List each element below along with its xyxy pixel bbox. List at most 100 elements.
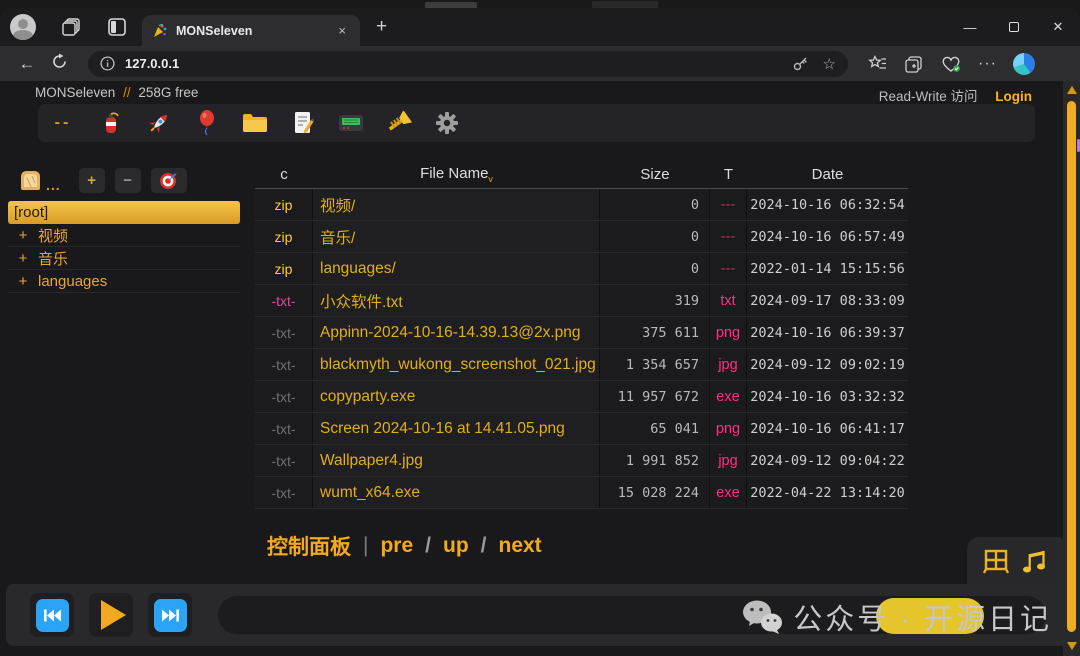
favorite-star-icon[interactable]: ☆ [823, 55, 836, 73]
col-header-c[interactable]: c [255, 166, 313, 183]
wechat-icon [741, 599, 783, 635]
file-date: 2024-10-16 06:41:17 [747, 413, 908, 444]
col-header-filename[interactable]: File Namev [313, 165, 600, 184]
col-header-date[interactable]: Date [747, 166, 908, 183]
row-action-link[interactable]: -txt- [271, 485, 295, 501]
file-date: 2022-04-22 13:14:20 [747, 477, 908, 508]
scroll-down-arrow[interactable] [1067, 642, 1077, 650]
previous-track-button[interactable] [30, 593, 74, 637]
row-action-link[interactable]: -txt- [271, 421, 295, 437]
scroll-up-arrow[interactable] [1067, 86, 1077, 94]
file-link[interactable]: wumt_x64.exe [320, 484, 420, 502]
refresh-button[interactable] [46, 53, 72, 75]
page-scrollbar[interactable] [1063, 81, 1080, 656]
control-panel-link[interactable]: 控制面板 [267, 531, 351, 561]
row-action-link[interactable]: zip [275, 197, 293, 213]
file-table-header: c File Namev Size T Date [255, 161, 908, 189]
tree-collapse-button[interactable]: − [115, 168, 141, 193]
root-directory-item[interactable]: [root] [8, 201, 240, 224]
profile-avatar[interactable] [10, 14, 36, 40]
rocket-icon[interactable] [146, 110, 172, 136]
file-type: --- [721, 229, 736, 245]
tab-groups-icon[interactable] [60, 16, 82, 38]
file-date: 2024-10-16 06:39:37 [747, 317, 908, 348]
copilot-icon[interactable] [1013, 53, 1035, 75]
close-button[interactable]: ✕ [1036, 19, 1080, 35]
browser-tab[interactable]: MONSeleven × [142, 15, 360, 46]
file-link[interactable]: 小众软件.txt [320, 290, 403, 312]
file-link[interactable]: Wallpaper4.jpg [320, 452, 423, 470]
browser-essentials-icon[interactable] [940, 54, 962, 74]
row-action-link[interactable]: -txt- [271, 453, 295, 469]
login-link[interactable]: Login [995, 89, 1032, 104]
trumpet-icon[interactable] [386, 110, 412, 136]
file-type: jpg [718, 453, 737, 469]
sidebar-tree-item[interactable]: + 视频 [8, 224, 240, 247]
play-icon [101, 600, 126, 630]
favorites-list-icon[interactable] [868, 54, 888, 74]
sidebar-tree-item[interactable]: + languages [8, 270, 240, 293]
col-header-type[interactable]: T [710, 166, 747, 183]
file-table-body: zip 视频/ 0 --- 2024-10-16 06:32:54 zip 音乐… [255, 189, 908, 509]
grid-view-icon[interactable] [982, 548, 1010, 576]
file-link[interactable]: copyparty.exe [320, 388, 415, 406]
file-type: --- [721, 197, 736, 213]
expand-icon[interactable]: + [16, 250, 30, 267]
tree-expand-button[interactable]: + [79, 168, 105, 193]
music-notes-icon[interactable] [1022, 548, 1048, 576]
row-action-link[interactable]: zip [275, 261, 293, 277]
expand-icon[interactable]: + [16, 273, 30, 290]
bread-icon[interactable] [18, 168, 43, 193]
password-key-icon[interactable] [792, 55, 809, 72]
minimize-button[interactable]: — [948, 20, 992, 35]
vertical-tabs-icon[interactable] [106, 16, 128, 38]
prev-folder-link[interactable]: pre [380, 534, 413, 558]
memo-icon[interactable] [290, 110, 316, 136]
dart-target-icon[interactable] [151, 168, 187, 193]
breadcrumb-site[interactable]: MONSeleven [35, 85, 115, 100]
file-type: png [716, 421, 740, 437]
tree-dots-label[interactable]: ... [46, 177, 61, 193]
next-track-button[interactable] [148, 593, 192, 637]
back-button[interactable]: ← [14, 54, 40, 74]
pager-icon[interactable] [338, 110, 364, 136]
file-link[interactable]: blackmyth_wukong_screenshot_021.jpg [320, 356, 596, 374]
tab-close-icon[interactable]: × [334, 23, 350, 38]
file-link[interactable]: 视频/ [320, 194, 355, 216]
folder-icon[interactable] [242, 110, 268, 136]
collections-icon[interactable] [904, 54, 924, 74]
site-info-icon[interactable] [100, 56, 115, 71]
col-header-size[interactable]: Size [600, 166, 710, 183]
file-link[interactable]: Appinn-2024-10-16-14.39.13@2x.png [320, 324, 580, 342]
fire-extinguisher-icon[interactable] [98, 110, 124, 136]
file-link[interactable]: Screen 2024-10-16 at 14.41.05.png [320, 420, 565, 438]
balloon-icon[interactable] [194, 110, 220, 136]
file-type: jpg [718, 357, 737, 373]
table-row: -txt- Screen 2024-10-16 at 14.41.05.png … [255, 413, 908, 445]
up-folder-link[interactable]: up [443, 534, 469, 558]
new-tab-button[interactable]: + [376, 16, 387, 38]
table-row: -txt- Wallpaper4.jpg 1 991 852 jpg 2024-… [255, 445, 908, 477]
table-row: -txt- wumt_x64.exe 15 028 224 exe 2022-0… [255, 477, 908, 509]
browser-navbar: ← 127.0.0.1 ☆ [0, 46, 1080, 81]
play-button[interactable] [89, 593, 133, 637]
address-bar[interactable]: 127.0.0.1 ☆ [88, 51, 848, 77]
sidebar-tree-item[interactable]: + 音乐 [8, 247, 240, 270]
maximize-button[interactable] [992, 20, 1036, 35]
row-action-link[interactable]: -txt- [271, 293, 295, 309]
row-action-link[interactable]: zip [275, 229, 293, 245]
scrollbar-thumb[interactable] [1067, 101, 1076, 632]
table-row: zip languages/ 0 --- 2022-01-14 15:15:56 [255, 253, 908, 285]
settings-more-icon[interactable]: ··· [978, 55, 997, 73]
gear-icon[interactable] [434, 110, 460, 136]
file-link[interactable]: languages/ [320, 260, 396, 278]
row-action-link[interactable]: -txt- [271, 325, 295, 341]
expand-icon[interactable]: + [16, 227, 30, 244]
file-type: png [716, 325, 740, 341]
row-action-link[interactable]: -txt- [271, 389, 295, 405]
file-link[interactable]: 音乐/ [320, 226, 355, 248]
dashes-button[interactable]: -- [50, 114, 76, 132]
url-text[interactable]: 127.0.0.1 [125, 56, 792, 71]
next-folder-link[interactable]: next [499, 534, 542, 558]
row-action-link[interactable]: -txt- [271, 357, 295, 373]
